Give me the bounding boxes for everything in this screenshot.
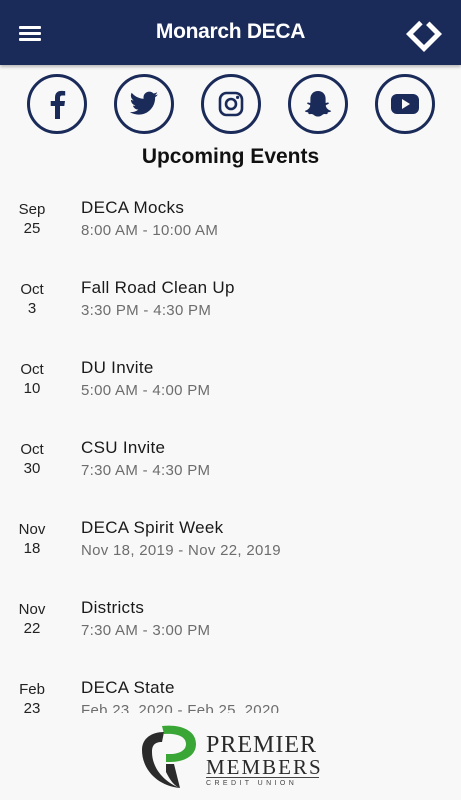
event-name: DU Invite	[81, 358, 154, 377]
premier-members-mark-icon	[142, 725, 196, 788]
event-time: Nov 18, 2019 - Nov 22, 2019	[81, 542, 281, 559]
event-time: Feb 23, 2020 - Feb 25, 2020	[81, 702, 280, 713]
event-name: Districts	[81, 598, 145, 617]
event-day: 25	[23, 220, 41, 237]
event-day: 22	[23, 620, 41, 637]
list-item[interactable]: Oct 10 DU Invite 5:00 AM - 4:00 PM	[0, 340, 461, 420]
event-day: 23	[23, 700, 41, 713]
events-list[interactable]: Sep 25 DECA Mocks 8:00 AM - 10:00 AM Oct…	[0, 180, 461, 713]
social-links	[0, 74, 461, 134]
event-day: 10	[23, 380, 41, 397]
divider	[206, 777, 319, 778]
event-name: DECA State	[81, 678, 175, 697]
event-time: 7:30 AM - 3:00 PM	[81, 622, 211, 639]
event-month: Nov	[18, 601, 46, 618]
event-time: 5:00 AM - 4:00 PM	[81, 382, 211, 399]
sponsor-line3: CREDIT UNION	[206, 780, 298, 787]
event-month: Oct	[20, 441, 44, 458]
sponsor-logo[interactable]: PREMIER MEMBERS CREDIT UNION	[140, 724, 330, 794]
list-item[interactable]: Sep 25 DECA Mocks 8:00 AM - 10:00 AM	[0, 180, 461, 260]
app-title: Monarch DECA	[155, 20, 306, 43]
list-item[interactable]: Oct 30 CSU Invite 7:30 AM - 4:30 PM	[0, 420, 461, 500]
event-time: 8:00 AM - 10:00 AM	[81, 222, 219, 239]
event-month: Oct	[20, 281, 44, 298]
event-name: Fall Road Clean Up	[81, 278, 235, 297]
event-month: Sep	[18, 201, 46, 218]
event-month: Feb	[19, 681, 45, 698]
list-item[interactable]: Nov 18 DECA Spirit Week Nov 18, 2019 - N…	[0, 500, 461, 580]
event-month: Nov	[18, 521, 46, 538]
event-month: Oct	[20, 361, 44, 378]
snapchat-icon[interactable]	[288, 74, 348, 134]
event-day: 18	[23, 540, 41, 557]
event-time: 7:30 AM - 4:30 PM	[81, 462, 211, 479]
event-name: CSU Invite	[81, 438, 166, 457]
event-name: DECA Mocks	[81, 198, 185, 217]
event-time: 3:30 PM - 4:30 PM	[81, 302, 212, 319]
facebook-icon[interactable]	[27, 74, 87, 134]
youtube-icon[interactable]	[375, 74, 435, 134]
list-item[interactable]: Nov 22 Districts 7:30 AM - 3:00 PM	[0, 580, 461, 660]
list-item[interactable]: Oct 3 Fall Road Clean Up 3:30 PM - 4:30 …	[0, 260, 461, 340]
app-header: Monarch DECA	[0, 0, 461, 65]
upcoming-events-heading: Upcoming Events	[141, 145, 320, 168]
twitter-icon[interactable]	[114, 74, 174, 134]
deca-diamond-logo[interactable]	[404, 14, 444, 54]
event-day: 30	[23, 460, 41, 477]
list-item[interactable]: Feb 23 DECA State Feb 23, 2020 - Feb 25,…	[0, 660, 461, 713]
event-day: 3	[27, 300, 37, 317]
instagram-icon[interactable]	[201, 74, 261, 134]
event-name: DECA Spirit Week	[81, 518, 224, 537]
